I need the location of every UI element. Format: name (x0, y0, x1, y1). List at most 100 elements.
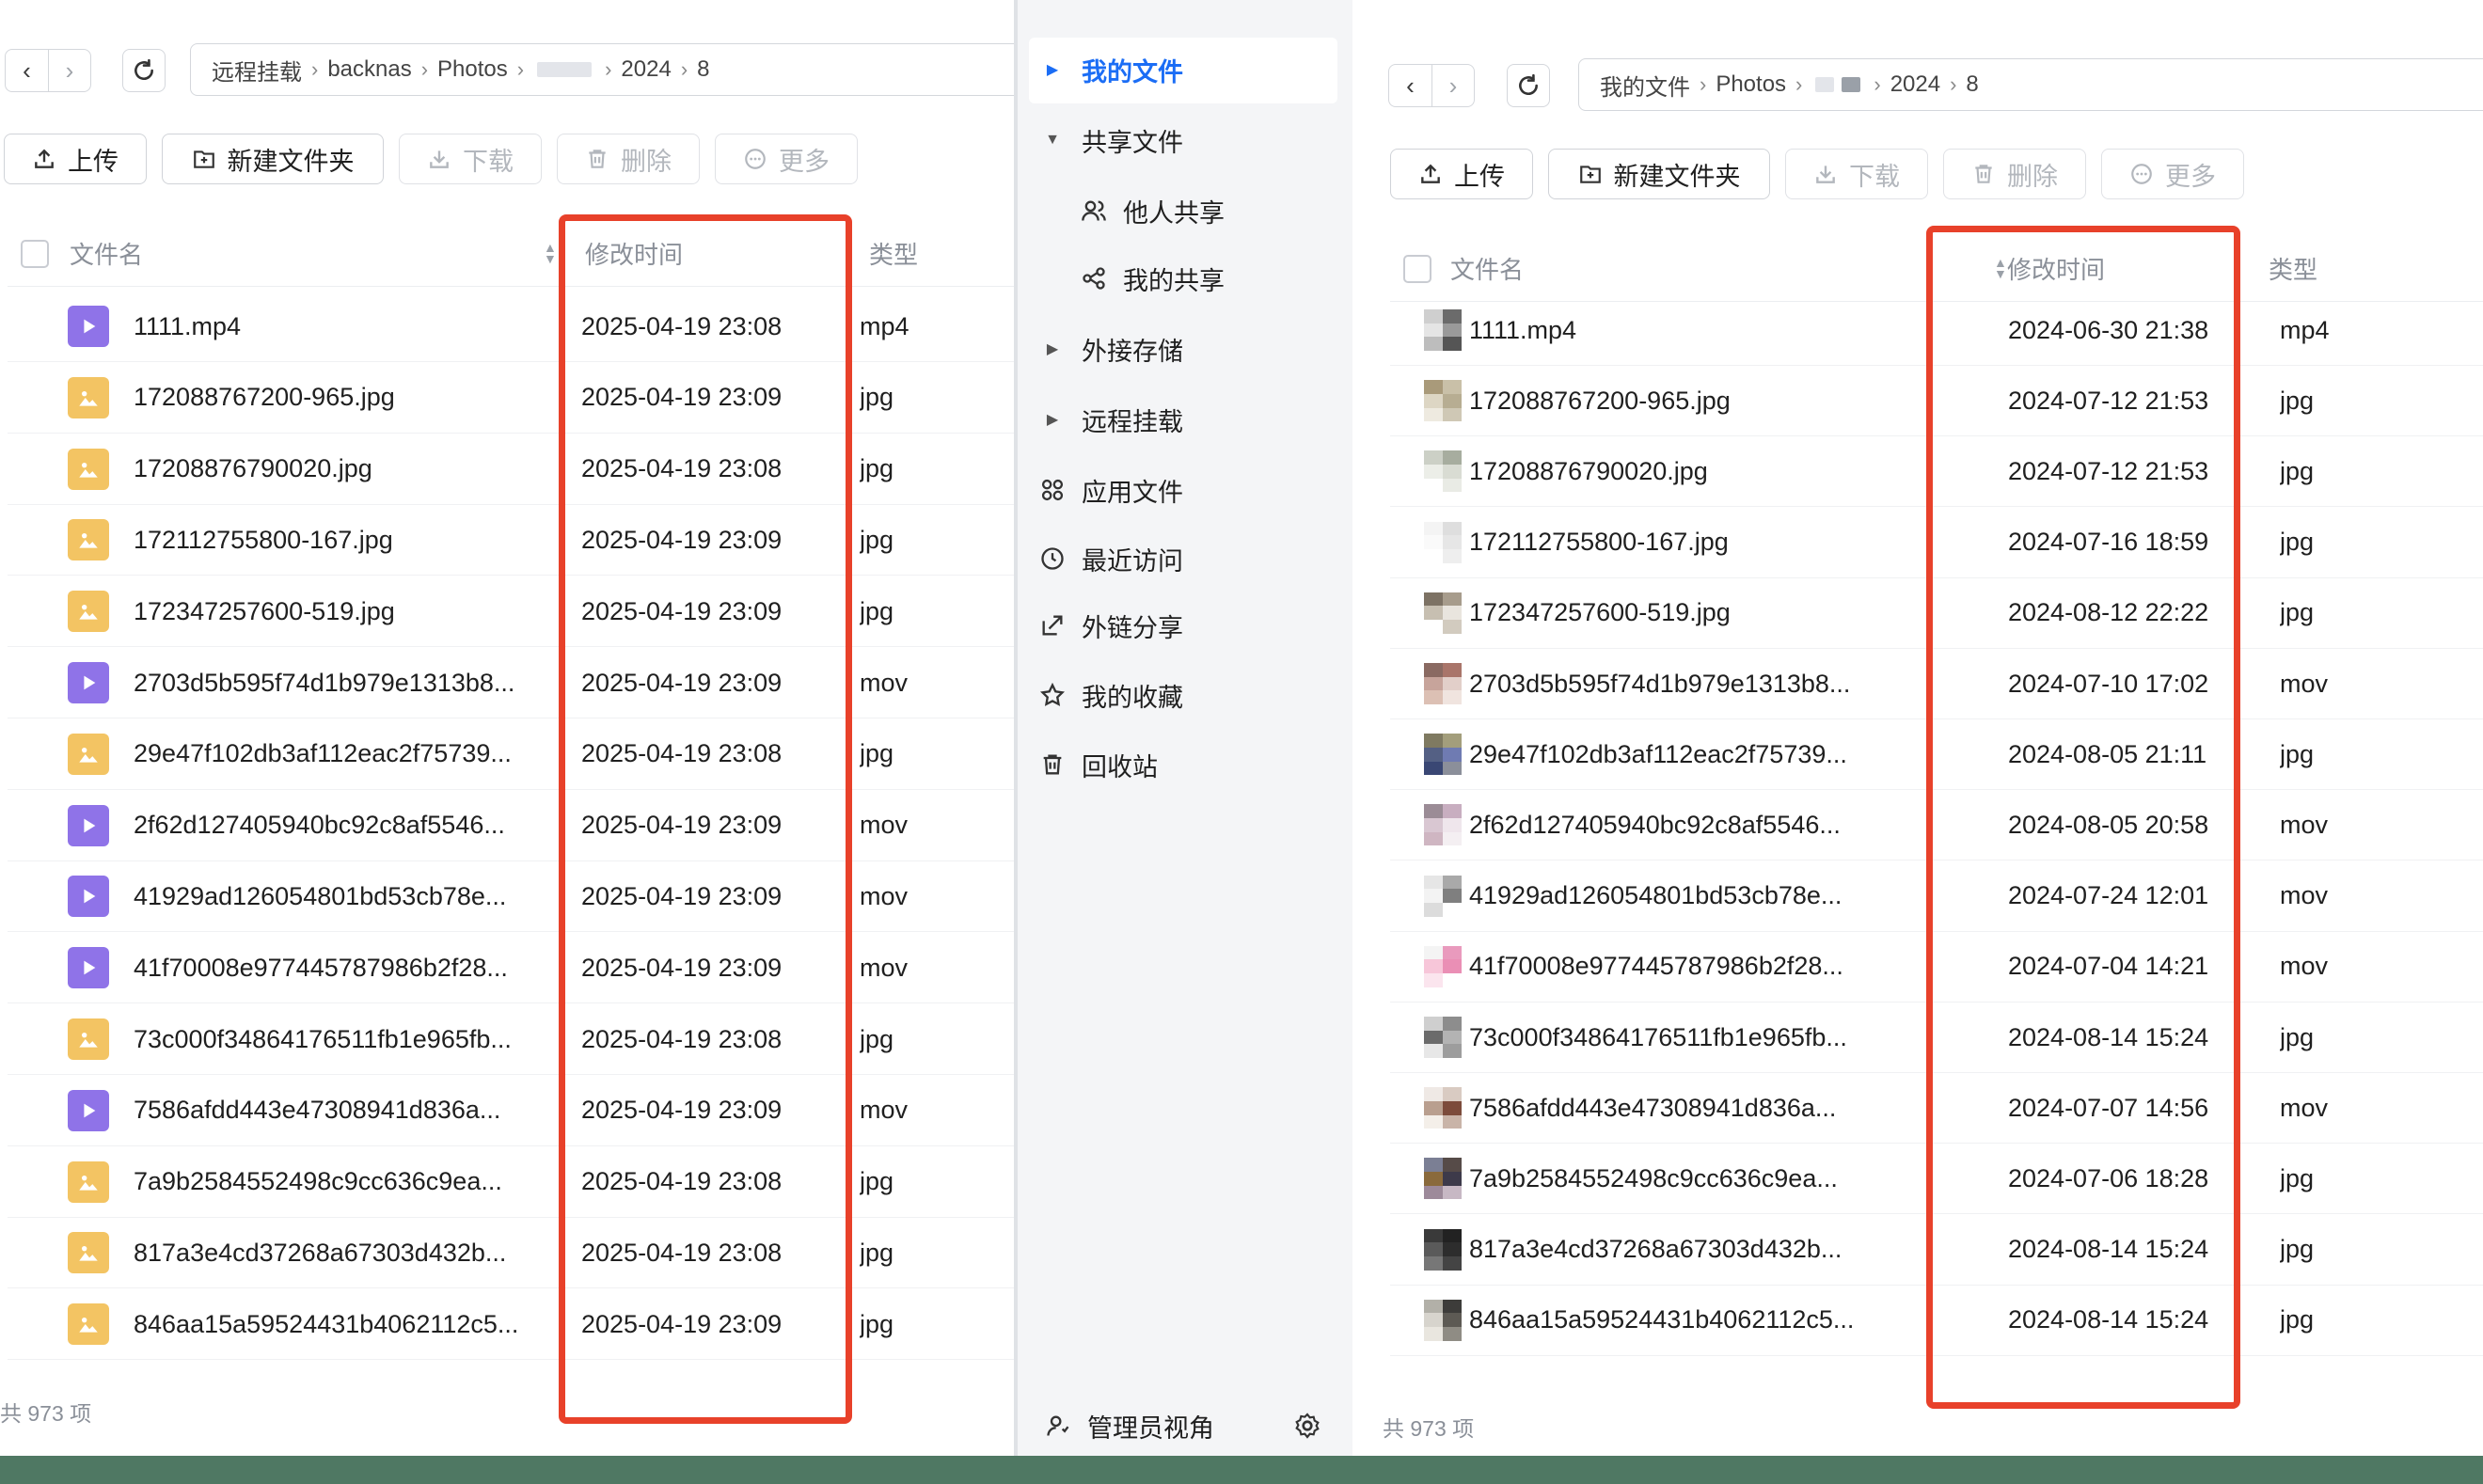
download-button[interactable]: 下载 (1785, 149, 1928, 199)
breadcrumb-item[interactable]: 8 (697, 56, 709, 83)
file-type: jpg (860, 525, 894, 554)
image-file-icon (68, 1018, 109, 1060)
table-row[interactable]: 172347257600-519.jpg 2025-04-19 23:09 jpg (8, 576, 1014, 648)
file-name[interactable]: 172088767200-965.jpg (134, 383, 395, 412)
breadcrumb-item[interactable]: backnas (327, 56, 411, 83)
table-row[interactable]: 7586afdd443e47308941d836a... 2025-04-19 2… (8, 1076, 1014, 1146)
table-row[interactable]: 1111.mp4 2025-04-19 23:08 mp4 (8, 292, 1014, 362)
sidebar-item-4[interactable]: 我的共享 (1080, 250, 1225, 307)
download-button[interactable]: 下载 (399, 134, 542, 184)
admin-view[interactable]: 管理员视角 (1044, 1397, 1214, 1454)
new-folder-button[interactable]: 新建文件夹 (162, 134, 384, 184)
sidebar-item-5[interactable]: ▶ 外接存储 (1038, 321, 1183, 377)
column-name[interactable]: 文件名 (70, 236, 143, 271)
file-name[interactable]: 29e47f102db3af112eac2f75739... (134, 739, 512, 768)
table-row[interactable]: 7a9b2584552498c9cc636c9ea... 2025-04-19 2… (8, 1147, 1014, 1218)
breadcrumb-item[interactable]: 8 (1966, 71, 1978, 98)
file-name[interactable]: 1111.mp4 (1469, 316, 1576, 345)
file-name[interactable]: 7586afdd443e47308941d836a... (1469, 1094, 1836, 1123)
file-name[interactable]: 7a9b2584552498c9cc636c9ea... (134, 1167, 502, 1196)
sidebar-item-6[interactable]: ▶ 远程挂载 (1038, 391, 1183, 448)
refresh-button[interactable] (122, 49, 166, 92)
sidebar-item-7[interactable]: 应用文件 (1038, 462, 1183, 518)
file-name[interactable]: 817a3e4cd37268a67303d432b... (134, 1239, 506, 1268)
delete-button[interactable]: 删除 (1943, 149, 2086, 199)
image-file-icon (68, 519, 109, 561)
file-name[interactable]: 73c000f34864176511fb1e965fb... (1469, 1023, 1847, 1052)
back-icon[interactable]: ‹ (1389, 65, 1431, 106)
table-row[interactable]: 41929ad126054801bd53cb78e... 2025-04-19 2… (8, 861, 1014, 933)
column-name[interactable]: 文件名 (1450, 251, 1524, 286)
file-name[interactable]: 41f70008e977445787986b2f28... (1469, 952, 1843, 981)
new-folder-button[interactable]: 新建文件夹 (1548, 149, 1770, 199)
file-name[interactable]: 2703d5b595f74d1b979e1313b8... (1469, 670, 1850, 699)
file-name[interactable]: 1111.mp4 (134, 312, 241, 341)
file-name[interactable]: 41929ad126054801bd53cb78e... (134, 882, 506, 911)
file-name[interactable]: 172112755800-167.jpg (134, 526, 393, 555)
file-name[interactable]: 172347257600-519.jpg (1469, 598, 1731, 627)
more-button[interactable]: 更多 (2101, 149, 2244, 199)
table-row[interactable]: 172088767200-965.jpg 2025-04-19 23:09 jpg (8, 363, 1014, 434)
sidebar-item-8[interactable]: 最近访问 (1038, 530, 1183, 587)
refresh-button[interactable] (1507, 64, 1550, 107)
forward-icon[interactable]: › (48, 50, 90, 91)
file-name[interactable]: 41929ad126054801bd53cb78e... (1469, 881, 1842, 910)
file-name[interactable]: 2703d5b595f74d1b979e1313b8... (134, 669, 514, 698)
file-name[interactable]: 846aa15a59524431b4062112c5... (1469, 1305, 1854, 1334)
table-row[interactable]: 17208876790020.jpg 2025-04-19 23:08 jpg (8, 434, 1014, 505)
sidebar-item-10[interactable]: 我的收藏 (1038, 667, 1183, 723)
sidebar-item-1[interactable]: ▶ 我的文件 (1038, 41, 1183, 98)
file-name[interactable]: 172347257600-519.jpg (134, 597, 395, 626)
breadcrumb-item[interactable]: Photos (437, 56, 508, 83)
file-name[interactable]: 817a3e4cd37268a67303d432b... (1469, 1235, 1842, 1264)
file-name[interactable]: 7586afdd443e47308941d836a... (134, 1096, 500, 1125)
file-name[interactable]: 17208876790020.jpg (134, 454, 372, 483)
table-row[interactable]: 846aa15a59524431b4062112c5... 2025-04-19 … (8, 1289, 1014, 1361)
file-type: mov (2280, 1093, 2329, 1122)
chevron-right-icon: › (1950, 72, 1957, 96)
sidebar-item-9[interactable]: 外链分享 (1038, 597, 1183, 654)
caret-down-icon[interactable]: ▼ (1038, 132, 1067, 149)
table-row[interactable]: 41f70008e977445787986b2f28... 2025-04-19 … (8, 933, 1014, 1004)
table-row[interactable]: 2f62d127405940bc92c8af5546... 2025-04-19 … (8, 791, 1014, 861)
delete-button[interactable]: 删除 (557, 134, 700, 184)
file-name[interactable]: 29e47f102db3af112eac2f75739... (1469, 740, 1847, 769)
file-name[interactable]: 846aa15a59524431b4062112c5... (134, 1310, 518, 1339)
column-type[interactable]: 类型 (2269, 251, 2317, 286)
sort-icon[interactable]: ▲ ▼ (544, 241, 557, 265)
download-icon (430, 150, 449, 168)
table-row[interactable]: 2703d5b595f74d1b979e1313b8... 2025-04-19 … (8, 648, 1014, 718)
upload-button[interactable]: 上传 (4, 134, 147, 184)
file-name[interactable]: 2f62d127405940bc92c8af5546... (134, 811, 505, 840)
select-all-checkbox[interactable] (21, 240, 49, 268)
table-row[interactable]: 73c000f34864176511fb1e965fb... 2025-04-19… (8, 1004, 1014, 1075)
back-icon[interactable]: ‹ (6, 50, 48, 91)
sidebar-item-11[interactable]: 回收站 (1038, 736, 1158, 793)
breadcrumb-item[interactable]: Photos (1716, 71, 1786, 98)
file-name[interactable]: 172112755800-167.jpg (1469, 528, 1729, 557)
settings-gear-icon[interactable] (1292, 1411, 1322, 1441)
select-all-checkbox[interactable] (1403, 255, 1431, 283)
breadcrumb-item[interactable]: 2024 (621, 56, 671, 83)
caret-right-icon[interactable]: ▶ (1038, 339, 1067, 358)
sidebar-item-3[interactable]: 他人共享 (1080, 182, 1225, 239)
file-name[interactable]: 73c000f34864176511fb1e965fb... (134, 1025, 512, 1054)
sidebar-item-2[interactable]: ▼ 共享文件 (1038, 112, 1183, 168)
breadcrumb-item[interactable]: 2024 (1890, 71, 1940, 98)
table-row[interactable]: 29e47f102db3af112eac2f75739... 2025-04-19… (8, 719, 1014, 790)
column-type[interactable]: 类型 (869, 236, 918, 271)
forward-icon[interactable]: › (1431, 65, 1474, 106)
file-name[interactable]: 7a9b2584552498c9cc636c9ea... (1469, 1164, 1838, 1193)
breadcrumb-item[interactable]: 远程挂载 (212, 54, 302, 87)
file-name[interactable]: 17208876790020.jpg (1469, 457, 1708, 486)
upload-button[interactable]: 上传 (1390, 149, 1533, 199)
table-row[interactable]: 817a3e4cd37268a67303d432b... 2025-04-19 2… (8, 1218, 1014, 1289)
caret-right-icon[interactable]: ▶ (1038, 60, 1067, 79)
caret-right-icon[interactable]: ▶ (1038, 410, 1067, 429)
file-name[interactable]: 41f70008e977445787986b2f28... (134, 954, 508, 983)
file-name[interactable]: 2f62d127405940bc92c8af5546... (1469, 811, 1841, 840)
breadcrumb-item[interactable]: 我的文件 (1600, 69, 1690, 102)
table-row[interactable]: 172112755800-167.jpg 2025-04-19 23:09 jpg (8, 505, 1014, 576)
more-button[interactable]: 更多 (715, 134, 858, 184)
file-name[interactable]: 172088767200-965.jpg (1469, 387, 1731, 416)
